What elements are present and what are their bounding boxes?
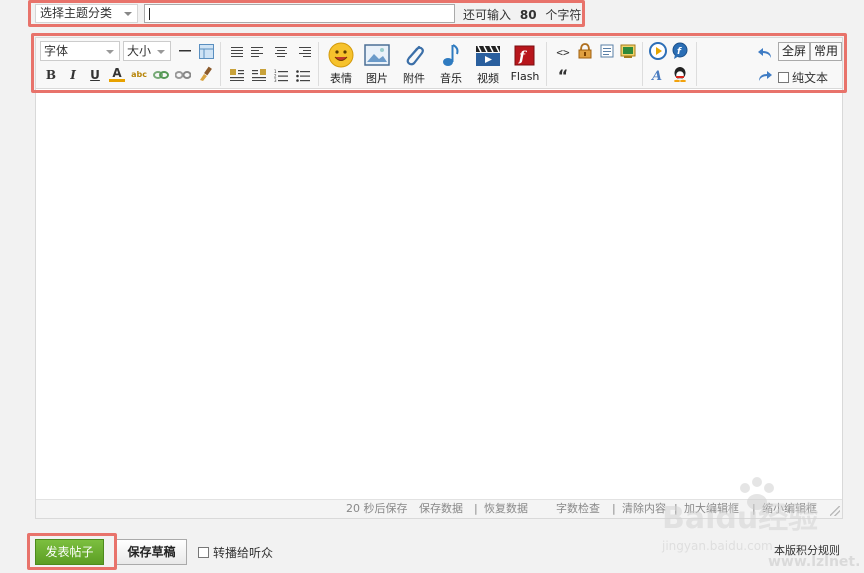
music-note-icon <box>438 42 464 68</box>
link-icon[interactable] <box>153 67 169 83</box>
category-select-value: 选择主题分类 <box>40 6 113 20</box>
align-right-icon[interactable] <box>295 44 311 60</box>
remaining-chars: 还可输入 80 个字符 <box>463 6 581 23</box>
toolbar-divider <box>696 42 697 86</box>
toolbar-divider <box>642 42 643 86</box>
editor-status-bar: 20 秒后保存 保存数据 | 恢复数据 字数检查 | 清除内容 | 加大编辑框 … <box>36 499 842 518</box>
resize-grip-icon[interactable] <box>830 506 840 516</box>
svg-text:3: 3 <box>274 78 277 82</box>
free-text-icon[interactable] <box>599 43 615 59</box>
redo-icon[interactable] <box>757 68 773 84</box>
align-center-icon[interactable] <box>273 44 289 60</box>
credit-rules-link[interactable]: 本版积分规则 <box>774 542 840 558</box>
font-select-value: 字体 <box>44 44 69 58</box>
music-button[interactable]: 音乐 <box>435 42 467 86</box>
clear-content-link[interactable]: 清除内容 <box>622 500 666 518</box>
quote-icon[interactable]: “ <box>555 66 571 85</box>
status-divider: | <box>752 502 756 515</box>
restore-data-link[interactable]: 恢复数据 <box>484 500 528 518</box>
video-icon <box>475 42 501 68</box>
qq-penguin-icon[interactable] <box>672 66 688 82</box>
status-divider: | <box>674 502 678 515</box>
image-button[interactable]: 图片 <box>361 42 393 86</box>
paperclip-icon <box>401 42 427 68</box>
toolbar-divider <box>546 42 547 86</box>
table-icon[interactable] <box>198 43 214 59</box>
broadcast-checkbox[interactable] <box>198 547 209 558</box>
picture-frame-icon[interactable] <box>620 43 636 59</box>
undo-icon[interactable] <box>757 45 773 61</box>
attachment-label: 附件 <box>403 72 425 85</box>
image-icon <box>364 42 390 68</box>
flash-icon: f <box>512 42 538 68</box>
broadcast-option[interactable]: 转播给听众 <box>198 544 273 561</box>
editor-toolbar: 字体 大小 B I U A abc 123 表情 图片 附件 音乐 视频 f F… <box>35 37 843 89</box>
font-select[interactable]: 字体 <box>40 41 120 61</box>
status-divider: | <box>474 502 478 515</box>
autosave-countdown: 20 秒后保存 <box>346 502 408 515</box>
chevron-down-icon <box>106 50 114 54</box>
remaining-suffix: 个字符 <box>545 8 582 22</box>
font-style-icon[interactable]: A <box>650 67 666 83</box>
plain-text-checkbox[interactable] <box>778 72 789 83</box>
save-draft-button[interactable]: 保存草稿 <box>116 539 187 565</box>
svg-text:jingyan.baidu.com: jingyan.baidu.com <box>661 539 773 553</box>
save-data-link[interactable]: 保存数据 <box>419 500 463 518</box>
plain-text-toggle[interactable]: 纯文本 <box>778 69 828 86</box>
remaining-count: 80 <box>519 8 537 22</box>
align-full-icon[interactable] <box>229 44 245 60</box>
video-label: 视频 <box>477 72 499 85</box>
code-icon[interactable]: <> <box>555 44 571 60</box>
italic-icon[interactable]: I <box>65 67 81 83</box>
float-right-icon[interactable] <box>251 67 267 83</box>
hide-content-icon[interactable] <box>577 43 593 59</box>
underline-icon[interactable]: U <box>87 67 103 83</box>
svg-text:A: A <box>651 69 662 82</box>
format-brush-icon[interactable] <box>198 66 214 82</box>
text-color-icon[interactable]: A <box>109 66 125 82</box>
submit-post-button[interactable]: 发表帖子 <box>35 539 104 565</box>
toolbar-divider <box>318 42 319 86</box>
chevron-down-icon <box>157 50 165 54</box>
music-label: 音乐 <box>440 72 462 85</box>
word-check-link[interactable]: 字数检查 <box>556 500 600 518</box>
broadcast-label: 转播给听众 <box>213 546 274 560</box>
float-left-icon[interactable] <box>229 67 245 83</box>
category-select[interactable]: 选择主题分类 <box>35 4 138 23</box>
attachment-button[interactable]: 附件 <box>398 42 430 86</box>
shrink-editor-link[interactable]: 缩小编辑框 <box>762 500 817 518</box>
ordered-list-icon[interactable]: 123 <box>273 67 289 83</box>
flash-label: Flash <box>510 70 540 83</box>
smiley-icon <box>328 42 354 68</box>
bold-icon[interactable]: B <box>43 67 59 83</box>
emoticon-button[interactable]: 表情 <box>325 42 357 86</box>
common-mode-button[interactable]: 常用 <box>810 42 842 61</box>
spell-check-icon[interactable]: abc <box>131 66 147 82</box>
unlink-icon[interactable] <box>175 67 191 83</box>
toolbar-divider <box>220 42 221 86</box>
emoticon-label: 表情 <box>330 72 352 85</box>
editor-area[interactable]: 20 秒后保存 保存数据 | 恢复数据 字数检查 | 清除内容 | 加大编辑框 … <box>35 89 843 519</box>
size-select[interactable]: 大小 <box>123 41 171 61</box>
align-left-icon[interactable] <box>251 44 267 60</box>
image-label: 图片 <box>366 72 388 85</box>
unordered-list-icon[interactable] <box>295 67 311 83</box>
video-button[interactable]: 视频 <box>472 42 504 86</box>
flash-button[interactable]: f Flash <box>509 42 541 86</box>
expand-editor-link[interactable]: 加大编辑框 <box>684 500 739 518</box>
media-player-icon[interactable] <box>649 42 667 60</box>
chat-bubble-icon[interactable]: f <box>671 42 689 60</box>
fullscreen-button[interactable]: 全屏 <box>778 42 811 61</box>
size-select-value: 大小 <box>127 44 152 58</box>
status-divider: | <box>612 502 616 515</box>
chevron-down-icon <box>124 12 132 16</box>
plain-text-label: 纯文本 <box>792 71 829 85</box>
title-input[interactable] <box>144 4 455 23</box>
horizontal-rule-icon[interactable] <box>177 43 193 59</box>
remaining-prefix: 还可输入 <box>463 8 512 22</box>
